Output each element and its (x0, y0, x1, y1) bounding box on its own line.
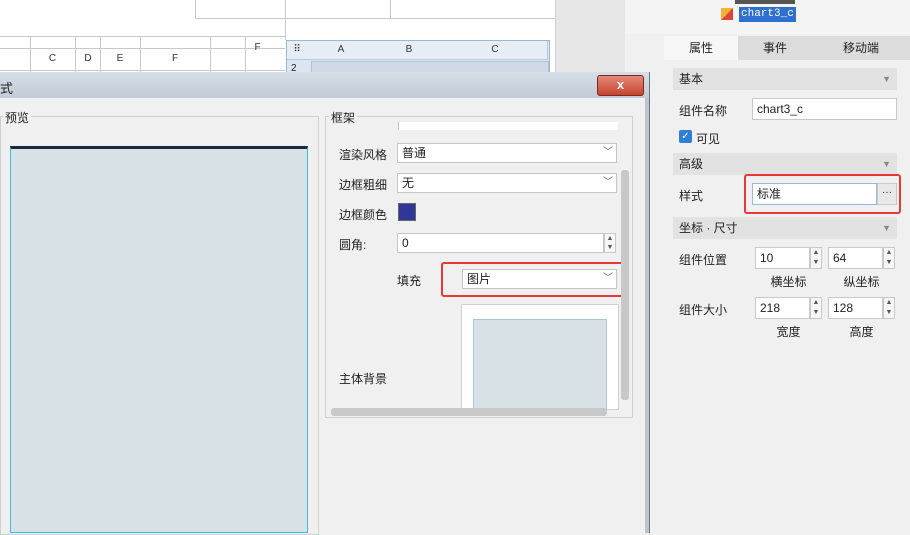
x-sublabel: 横坐标 (770, 275, 807, 289)
render-style-label: 渲染风格 (339, 148, 388, 162)
highlight-box (441, 262, 629, 297)
column-header: D (84, 53, 92, 64)
chevron-down-icon: ▼ (882, 223, 891, 233)
mini-col-header: A (307, 41, 376, 60)
component-name-label: 组件名称 (679, 104, 728, 118)
grid-line (390, 0, 391, 18)
component-name-input[interactable]: chart3_c (752, 98, 897, 120)
section-title: 基本 (679, 72, 704, 86)
column-header: E (116, 53, 124, 64)
chevron-down-icon: ﹀ (603, 177, 613, 188)
dialog-titlebar[interactable]: 式 x (0, 72, 649, 98)
grid-line (195, 0, 196, 18)
tab-events[interactable]: 事件 (738, 36, 812, 60)
corner-handle: ⠿ (287, 41, 308, 60)
y-input[interactable]: 64 (828, 247, 883, 269)
preview-label: 预览 (3, 109, 32, 126)
dialog-title: 式 (0, 81, 14, 96)
section-title: 坐标 · 尺寸 (679, 221, 738, 235)
tab-mobile[interactable]: 移动端 (812, 36, 910, 60)
property-panel: chart3_c 属性 事件 移动端 基本 ▼ 组件名称 chart3_c ✓ … (625, 0, 910, 533)
section-title: 高级 (679, 157, 704, 171)
chevron-down-icon: ▼ (882, 159, 891, 169)
border-width-label: 边框粗细 (339, 178, 388, 192)
panel-tabs: 属性 事件 移动端 (664, 36, 910, 60)
column-header: F (171, 53, 179, 64)
radius-value: 0 (402, 236, 409, 250)
border-color-swatch[interactable] (398, 203, 416, 221)
grid-line (0, 70, 285, 71)
height-sublabel: 高度 (849, 325, 874, 339)
mini-col-header: C (443, 41, 548, 60)
section-advanced[interactable]: 高级 ▼ (673, 153, 897, 175)
size-label: 组件大小 (679, 303, 728, 317)
highlight-box (744, 174, 901, 214)
x-stepper[interactable]: ▲ ▼ (810, 247, 822, 269)
visible-checkbox[interactable]: ✓ (679, 130, 692, 143)
chart-icon (721, 8, 733, 20)
border-width-value: 无 (402, 176, 415, 190)
height-input[interactable]: 128 (828, 297, 883, 319)
frame-horizontal-scrollbar[interactable] (331, 408, 607, 416)
fill-label: 填充 (397, 274, 422, 288)
clipped-row (338, 122, 618, 130)
grid-line (195, 18, 555, 19)
column-header: C (48, 53, 57, 64)
render-style-select[interactable]: 普通 ﹀ (397, 143, 617, 163)
close-button[interactable]: x (597, 75, 644, 96)
visible-label: 可见 (696, 132, 721, 146)
mini-col-header: B (375, 41, 444, 60)
grid-line (0, 48, 285, 49)
y-stepper[interactable]: ▲ ▼ (883, 247, 895, 269)
position-label: 组件位置 (679, 253, 728, 267)
close-icon: x (616, 77, 625, 92)
clipped-select (398, 122, 618, 130)
width-sublabel: 宽度 (776, 325, 801, 339)
grid-line (0, 36, 285, 37)
chevron-down-icon: ﹀ (603, 147, 613, 158)
component-tree: chart3_c (625, 0, 910, 34)
style-dialog: 式 x 预览 框架 渲染风格 普通 ﹀ 边框粗细 无 ﹀ 边框颜色 圆角: 0 … (0, 72, 650, 535)
preview-canvas (10, 146, 308, 533)
width-input[interactable]: 218 (755, 297, 810, 319)
grid-line (75, 36, 76, 72)
scrollbar-thumb[interactable] (621, 170, 629, 400)
radius-label: 圆角: (339, 238, 367, 252)
style-label: 样式 (679, 189, 704, 203)
column-header: F (254, 42, 261, 53)
y-sublabel: 纵坐标 (843, 275, 880, 289)
radius-input[interactable]: 0 (397, 233, 604, 253)
grid-line (210, 36, 211, 72)
tree-item-selected[interactable]: chart3_c (739, 7, 796, 22)
grid-line (285, 0, 286, 40)
image-fill-preview-box (461, 304, 619, 411)
tab-properties[interactable]: 属性 (664, 36, 738, 60)
section-coords[interactable]: 坐标 · 尺寸 ▼ (673, 217, 897, 239)
frame-vertical-scrollbar[interactable] (621, 160, 629, 410)
x-input[interactable]: 10 (755, 247, 810, 269)
width-stepper[interactable]: ▲ ▼ (810, 297, 822, 319)
tree-item-partial (735, 0, 795, 4)
image-fill-thumbnail[interactable] (473, 319, 607, 411)
radius-stepper[interactable]: ▲ ▼ (604, 233, 616, 253)
border-width-select[interactable]: 无 ﹀ (397, 173, 617, 193)
render-style-value: 普通 (402, 146, 427, 160)
section-basic[interactable]: 基本 ▼ (673, 68, 897, 90)
border-color-label: 边框颜色 (339, 208, 388, 222)
height-stepper[interactable]: ▲ ▼ (883, 297, 895, 319)
dialog-body: 预览 框架 渲染风格 普通 ﹀ 边框粗细 无 ﹀ 边框颜色 圆角: 0 ▲ ▼ 填… (0, 98, 645, 535)
chevron-down-icon: ▼ (882, 74, 891, 84)
main-bg-label: 主体背景 (339, 372, 388, 386)
